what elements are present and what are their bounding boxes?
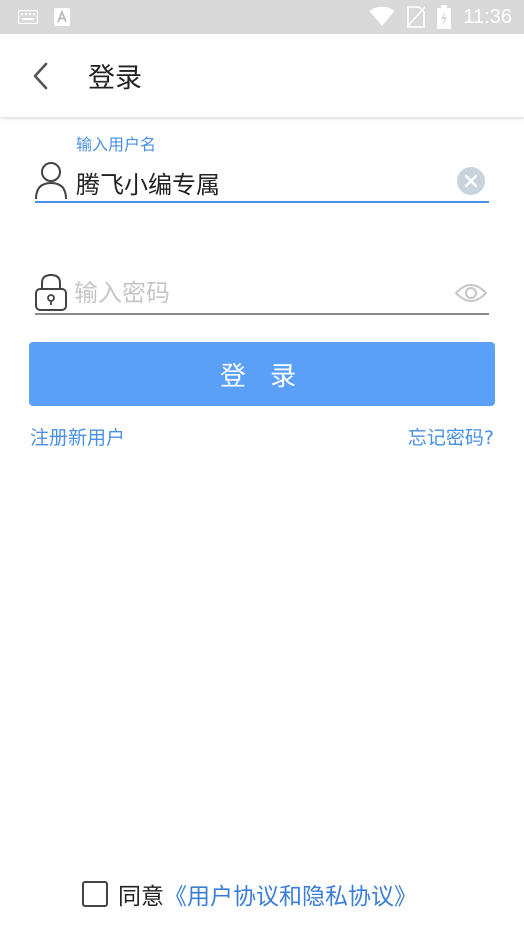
lock-icon — [35, 273, 67, 311]
username-underline — [35, 201, 489, 203]
username-label: 输入用户名 — [76, 135, 157, 154]
status-bar: 11:36 — [0, 0, 524, 34]
battery-charging-icon — [437, 5, 452, 29]
chevron-left-icon[interactable] — [26, 58, 56, 94]
keyboard-icon — [18, 10, 38, 24]
wifi-icon — [369, 7, 395, 26]
agreement-prefix: 同意 — [118, 884, 164, 910]
status-left — [18, 8, 70, 26]
password-input[interactable] — [74, 277, 444, 309]
status-right: 11:36 — [369, 0, 512, 34]
agree-checkbox[interactable] — [82, 881, 108, 907]
agreement-row: 同意 《用户协议和隐私协议》 — [82, 877, 417, 911]
eye-icon[interactable] — [454, 280, 488, 306]
page-title: 登录 — [88, 63, 142, 94]
forgot-password-link[interactable]: 忘记密码? — [408, 423, 494, 450]
font-a-icon — [54, 8, 70, 26]
agreement-link[interactable]: 《用户协议和隐私协议》 — [164, 877, 417, 911]
login-button[interactable]: 登 录 — [29, 342, 495, 406]
register-link[interactable]: 注册新用户 — [30, 423, 125, 450]
username-field[interactable]: 腾飞小编专属 — [76, 165, 220, 200]
app-bar: 登录 — [0, 34, 524, 117]
clear-icon[interactable] — [456, 166, 486, 196]
no-sim-icon — [407, 6, 426, 28]
password-underline — [35, 313, 489, 315]
status-time: 11:36 — [463, 5, 512, 28]
user-icon — [35, 162, 67, 200]
